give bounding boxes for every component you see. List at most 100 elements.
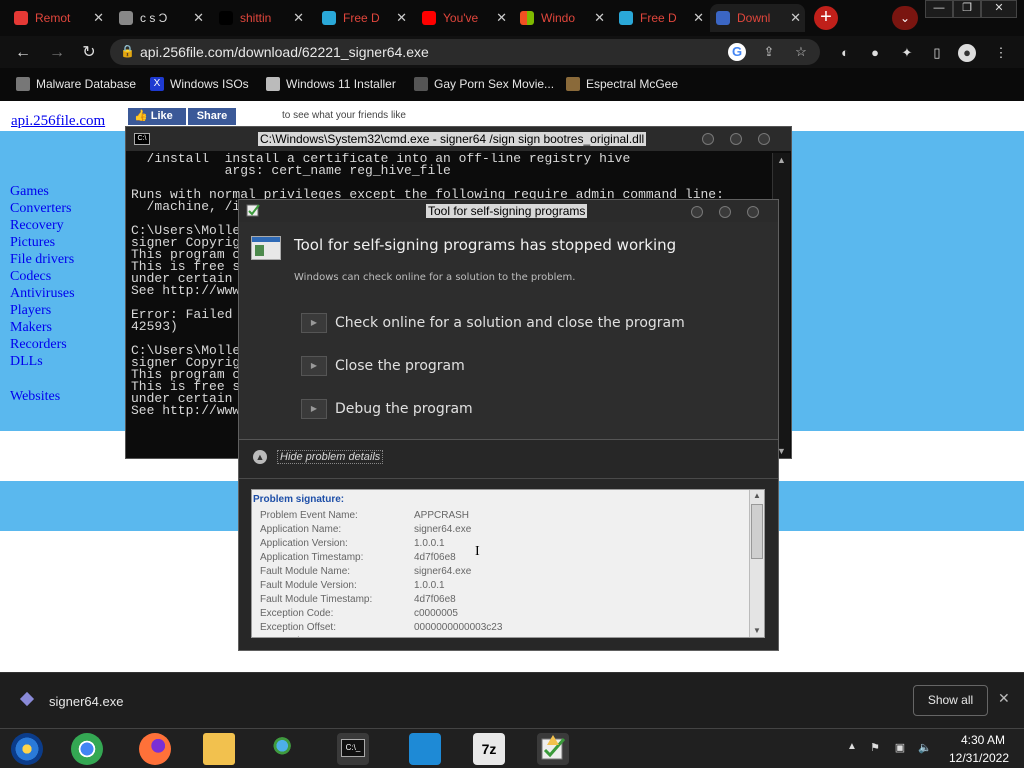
7zip-icon[interactable]: 7z [473, 733, 505, 765]
cmd-minimize-button[interactable] [702, 133, 714, 145]
start-orb-icon[interactable] [11, 733, 43, 765]
menu-dots-icon[interactable]: ⋮ [992, 44, 1010, 62]
option-check-online[interactable]: ▶ Check online for a solution and close … [301, 311, 685, 335]
hide-details-label[interactable]: Hide problem details [277, 450, 384, 464]
cmd-maximize-button[interactable] [730, 133, 742, 145]
window-close-button[interactable]: ✕ [981, 0, 1017, 18]
problem-detail-row: Application Timestamp: 4d7f06e8 [260, 552, 456, 566]
close-icon[interactable]: ✕ [594, 10, 605, 26]
extensions-puzzle-icon[interactable]: ✦ [898, 44, 916, 62]
scroll-thumb[interactable] [751, 504, 763, 559]
tray-chevron-up-icon[interactable]: ▲ [847, 741, 857, 752]
address-bar[interactable]: 🔒 api.256file.com/download/62221_signer6… [110, 39, 820, 65]
scroll-up-arrow-icon[interactable]: ▲ [773, 153, 790, 167]
bookmark-espectral-mcgee[interactable]: Espectral McGee [566, 77, 678, 91]
details-scrollbar[interactable]: ▲ ▼ [749, 490, 764, 637]
bookmark-windows-11-installer[interactable]: Windows 11 Installer [266, 77, 396, 91]
bookmark-windows-isos[interactable]: X Windows ISOs [150, 77, 249, 91]
red-diamond-icon [14, 11, 28, 25]
close-icon[interactable]: ✕ [193, 10, 204, 26]
network-icon[interactable]: ▣ [893, 741, 907, 755]
extension-avatar-icon[interactable]: ● [866, 44, 884, 62]
tab-windows[interactable]: Windo ✕ [514, 4, 609, 32]
nav-link-file-drivers[interactable]: File drivers [10, 251, 75, 268]
nav-link-games[interactable]: Games [10, 183, 75, 200]
share-icon[interactable]: ⇪ [760, 43, 778, 61]
tab-free-d-1[interactable]: Free D ✕ [316, 4, 411, 32]
tab-free-d-2[interactable]: Free D ✕ [613, 4, 708, 32]
scroll-down-arrow-icon[interactable]: ▼ [750, 625, 764, 637]
option-close-program[interactable]: ▶ Close the program [301, 354, 465, 378]
bookmark-malware-database[interactable]: Malware Database [16, 77, 136, 91]
minimize-button[interactable]: — [925, 0, 953, 18]
nav-link-dlls[interactable]: DLLs [10, 353, 75, 370]
tab-avatar[interactable]: c s Ͻ ✕ [113, 4, 208, 32]
nav-link-antiviruses[interactable]: Antiviruses [10, 285, 75, 302]
dialog-maximize-button[interactable] [719, 206, 731, 218]
bookmark-movie-site[interactable]: Gay Porn Sex Movie... [414, 77, 554, 91]
cmd-title-bar[interactable]: C:\ C:\Windows\System32\cmd.exe - signer… [126, 127, 791, 151]
close-icon[interactable]: ✕ [998, 690, 1010, 707]
download-item[interactable]: signer64.exe [49, 694, 123, 709]
nav-link-pictures[interactable]: Pictures [10, 234, 75, 251]
google-lens-icon[interactable]: G [728, 43, 746, 61]
new-tab-button[interactable]: + [814, 6, 838, 30]
dialog-close-button[interactable] [747, 206, 759, 218]
dialog-title-bar[interactable]: Tool for self-signing programs [239, 200, 778, 222]
restore-button[interactable]: ❐ [953, 0, 981, 18]
tab-shitting[interactable]: shittin ✕ [213, 4, 308, 32]
close-icon[interactable]: ✕ [396, 10, 407, 26]
close-icon[interactable]: ✕ [693, 10, 704, 26]
problem-details-box[interactable]: Problem signature: Problem Event Name: AP… [251, 489, 765, 638]
nav-link-players[interactable]: Players [10, 302, 75, 319]
url-text[interactable]: api.256file.com/download/62221_signer64.… [140, 44, 429, 60]
chrome-icon[interactable] [71, 733, 103, 765]
detail-key: Problem Event Name: [260, 510, 358, 521]
send-arrow-icon[interactable] [409, 733, 441, 765]
nav-link-converters[interactable]: Converters [10, 200, 75, 217]
nav-link-codecs[interactable]: Codecs [10, 268, 75, 285]
firefox-icon[interactable] [139, 733, 171, 765]
crash-dialog[interactable]: Tool for self-signing programs Tool for … [238, 199, 779, 651]
chevron-up-icon[interactable]: ▲ [253, 450, 267, 464]
volume-icon[interactable]: 🔈 [918, 741, 932, 755]
tab-youtube[interactable]: You've ✕ [416, 4, 511, 32]
cmd-taskbar-button[interactable]: C:\_ [337, 733, 369, 765]
facebook-like-button[interactable]: 👍 Like [128, 108, 186, 125]
detail-key: Exception Code: [260, 608, 334, 619]
cmd-close-button[interactable] [758, 133, 770, 145]
facebook-share-button[interactable]: Share [188, 108, 236, 125]
nav-link-websites[interactable]: Websites [10, 388, 75, 405]
close-icon[interactable]: ✕ [293, 10, 304, 26]
lock-icon[interactable]: 🔒 [120, 44, 135, 58]
clock-date[interactable]: 12/31/2022 [944, 751, 1014, 765]
hide-details-toggle[interactable]: ▲ Hide problem details [253, 450, 384, 464]
profile-icon[interactable]: ● [958, 44, 976, 62]
clock-time[interactable]: 4:30 AM [958, 733, 1008, 747]
reload-icon[interactable]: ↻ [78, 42, 100, 64]
back-arrow-icon[interactable]: ← [12, 42, 34, 64]
nav-link-makers[interactable]: Makers [10, 319, 75, 336]
forward-arrow-icon[interactable]: → [46, 42, 68, 64]
close-icon[interactable]: ✕ [93, 10, 104, 26]
flag-icon[interactable]: ⚑ [868, 741, 882, 755]
side-panel-icon[interactable]: ▯ [928, 44, 946, 62]
download-bar: signer64.exe Show all ✕ [0, 672, 1024, 728]
bookmark-star-icon[interactable]: ☆ [792, 43, 810, 61]
tab-remote[interactable]: Remot ✕ [8, 4, 108, 32]
file-explorer-icon[interactable] [203, 733, 235, 765]
dialog-minimize-button[interactable] [691, 206, 703, 218]
close-icon[interactable]: ✕ [496, 10, 507, 26]
tab-download-active[interactable]: Downl ✕ [710, 4, 805, 32]
show-all-button[interactable]: Show all [913, 685, 988, 716]
close-icon[interactable]: ✕ [790, 10, 801, 26]
scroll-up-arrow-icon[interactable]: ▲ [750, 490, 764, 502]
extension-flag-icon[interactable]: ◐ [836, 44, 854, 62]
signer-taskbar-button[interactable] [537, 733, 569, 765]
network-users-icon[interactable] [271, 733, 303, 765]
site-home-link[interactable]: api.256file.com [11, 113, 105, 130]
tab-search-button[interactable]: ⌄ [892, 6, 918, 30]
nav-link-recovery[interactable]: Recovery [10, 217, 75, 234]
nav-link-recorders[interactable]: Recorders [10, 336, 75, 353]
option-debug-program[interactable]: ▶ Debug the program [301, 397, 473, 421]
